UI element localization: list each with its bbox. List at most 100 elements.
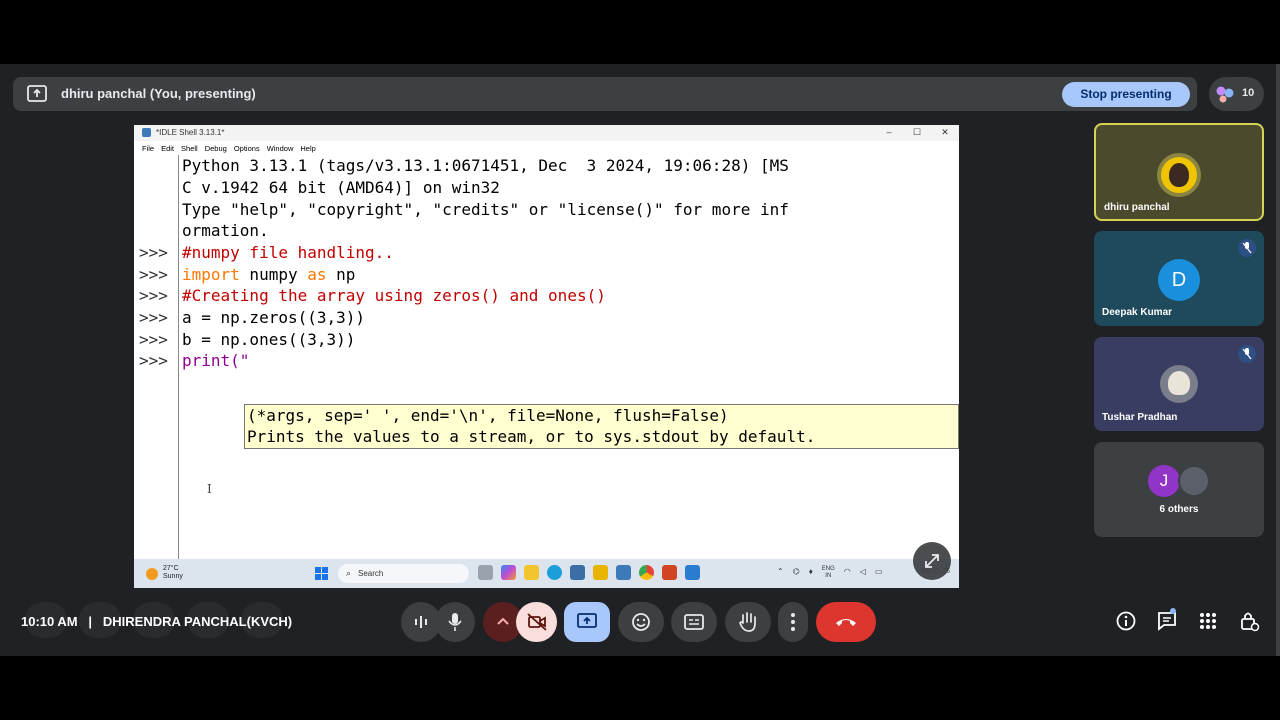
fullscreen-button[interactable] (913, 542, 951, 580)
idle-shell-text[interactable]: Python 3.13.1 (tags/v3.13.1:0671451, Dec… (134, 155, 959, 559)
code-line: print(" (182, 351, 250, 370)
code-line: a = np.zeros((3,3)) (182, 308, 366, 327)
participant-tile-tushar[interactable]: Tushar Pradhan (1094, 337, 1264, 431)
captions-icon (684, 614, 704, 630)
participant-tile-dhiru[interactable]: dhiru panchal (1094, 123, 1264, 221)
close-icon[interactable]: ✕ (931, 125, 959, 141)
participant-tile-others[interactable]: J 6 others (1094, 442, 1264, 537)
participant-name: Tushar Pradhan (1102, 412, 1178, 423)
present-screen-icon (577, 613, 597, 628)
menu-window[interactable]: Window (267, 142, 294, 155)
calltip-doc: Prints the values to a stream, or to sys… (247, 427, 816, 446)
camera-off-button[interactable] (516, 602, 557, 642)
vscode-icon[interactable] (685, 565, 700, 580)
shared-screen: *IDLE Shell 3.13.1* – ☐ ✕ File Edit Shel… (134, 125, 959, 588)
chevron-up-icon[interactable]: ⌃ (777, 567, 784, 580)
end-call-icon (836, 619, 856, 626)
microphone-icon (448, 613, 462, 631)
code-line: #numpy file handling.. (182, 243, 394, 262)
idle-menubar: File Edit Shell Debug Options Window Hel… (134, 142, 959, 155)
idle-title-bar: *IDLE Shell 3.13.1* – ☐ ✕ (134, 125, 959, 141)
menu-help[interactable]: Help (300, 142, 315, 155)
raise-hand-button[interactable] (725, 602, 771, 642)
banner-line: C v.1942 64 bit (AMD64)] on win32 (182, 178, 500, 197)
avatar: D (1158, 259, 1200, 301)
powerpoint-icon[interactable] (662, 565, 677, 580)
temperature: 27°C (163, 565, 179, 572)
store-icon[interactable] (570, 565, 585, 580)
menu-options[interactable]: Options (234, 142, 260, 155)
participant-name: dhiru panchal (1104, 202, 1170, 213)
mic-tray-icon[interactable]: ♦ (809, 567, 813, 580)
shell-prompt: >>> (139, 330, 168, 349)
calltip-signature: (*args, sep=' ', end='\n', file=None, fl… (247, 406, 729, 425)
participant-tile-deepak[interactable]: D Deepak Kumar (1094, 231, 1264, 326)
search-placeholder: Search (358, 569, 384, 578)
task-view-icon[interactable] (478, 565, 493, 580)
wifi-icon[interactable]: ◠ (844, 567, 851, 580)
more-options-button[interactable] (778, 602, 808, 642)
participants-avatars-icon (1216, 86, 1234, 103)
present-now-button[interactable] (564, 602, 610, 642)
windows-start-icon[interactable] (315, 567, 328, 580)
lang-code: ENG (821, 566, 835, 572)
reactions-button[interactable] (618, 602, 664, 642)
minimize-icon[interactable]: – (875, 125, 903, 141)
menu-shell[interactable]: Shell (181, 142, 198, 155)
idle-window-title: *IDLE Shell 3.13.1* (156, 128, 225, 137)
participants-button[interactable]: 10 (1209, 77, 1264, 111)
sticky-notes-icon[interactable] (593, 565, 608, 580)
expand-icon (925, 554, 939, 568)
text-cursor-icon: I (207, 482, 212, 496)
scrollbar[interactable] (1276, 64, 1280, 656)
hand-icon (739, 612, 756, 632)
mic-off-icon (1238, 345, 1256, 363)
shell-prompt: >>> (139, 351, 168, 370)
idle-app-icon[interactable] (616, 565, 631, 580)
system-tray: ⌃ ⌬ ♦ ENG IN ◠ ◁ ▭ (777, 566, 883, 580)
presenting-banner: dhiru panchal (You, presenting) Stop pre… (13, 77, 1197, 111)
leave-call-button[interactable] (816, 602, 876, 642)
menu-file[interactable]: File (142, 142, 154, 155)
emoji-icon (632, 613, 650, 631)
stop-presenting-button[interactable]: Stop presenting (1062, 82, 1190, 107)
chevron-up-icon (497, 617, 509, 625)
mic-off-icon (1238, 239, 1256, 257)
edge-icon[interactable] (547, 565, 562, 580)
window-controls: – ☐ ✕ (875, 125, 959, 141)
shell-prompt: >>> (139, 265, 168, 284)
code-line: #Creating the array using zeros() and on… (182, 286, 606, 305)
avatar (1178, 465, 1210, 497)
participant-count: 10 (1242, 87, 1255, 99)
language-indicator[interactable]: ENG IN (822, 566, 835, 580)
shell-prompt: >>> (139, 286, 168, 305)
avatar (1157, 153, 1201, 197)
copilot-icon[interactable] (501, 565, 516, 580)
weather-widget[interactable]: 27°C Sunny (163, 565, 183, 581)
microphone-button[interactable] (435, 602, 475, 642)
maximize-icon[interactable]: ☐ (903, 125, 931, 141)
chat-notification-dot (1170, 608, 1176, 614)
audio-levels-icon (415, 616, 427, 628)
banner-line: Python 3.13.1 (tags/v3.13.1:0671451, Dec… (182, 156, 789, 175)
shell-prompt: >>> (139, 308, 168, 327)
volume-icon[interactable]: ◁ (860, 567, 866, 580)
participant-name: Deepak Kumar (1102, 307, 1173, 318)
present-screen-icon (27, 85, 47, 102)
sun-icon (146, 568, 158, 580)
menu-debug[interactable]: Debug (205, 142, 227, 155)
menu-edit[interactable]: Edit (161, 142, 174, 155)
captions-button[interactable] (671, 602, 717, 642)
presenter-label: dhiru panchal (You, presenting) (61, 86, 256, 101)
network-icon[interactable]: ⌬ (793, 567, 800, 580)
meeting-info-icon[interactable] (1115, 610, 1137, 632)
battery-icon[interactable]: ▭ (875, 567, 883, 580)
file-explorer-icon[interactable] (524, 565, 539, 580)
activities-grid-icon[interactable] (1197, 610, 1219, 632)
chrome-icon[interactable] (639, 565, 654, 580)
shell-prompt: >>> (139, 243, 168, 262)
calltip-popup: (*args, sep=' ', end='\n', file=None, fl… (244, 404, 959, 449)
taskbar-search[interactable]: ⌕ Search (338, 564, 469, 583)
host-controls-lock-icon[interactable] (1238, 610, 1260, 632)
camera-off-icon (527, 613, 547, 631)
